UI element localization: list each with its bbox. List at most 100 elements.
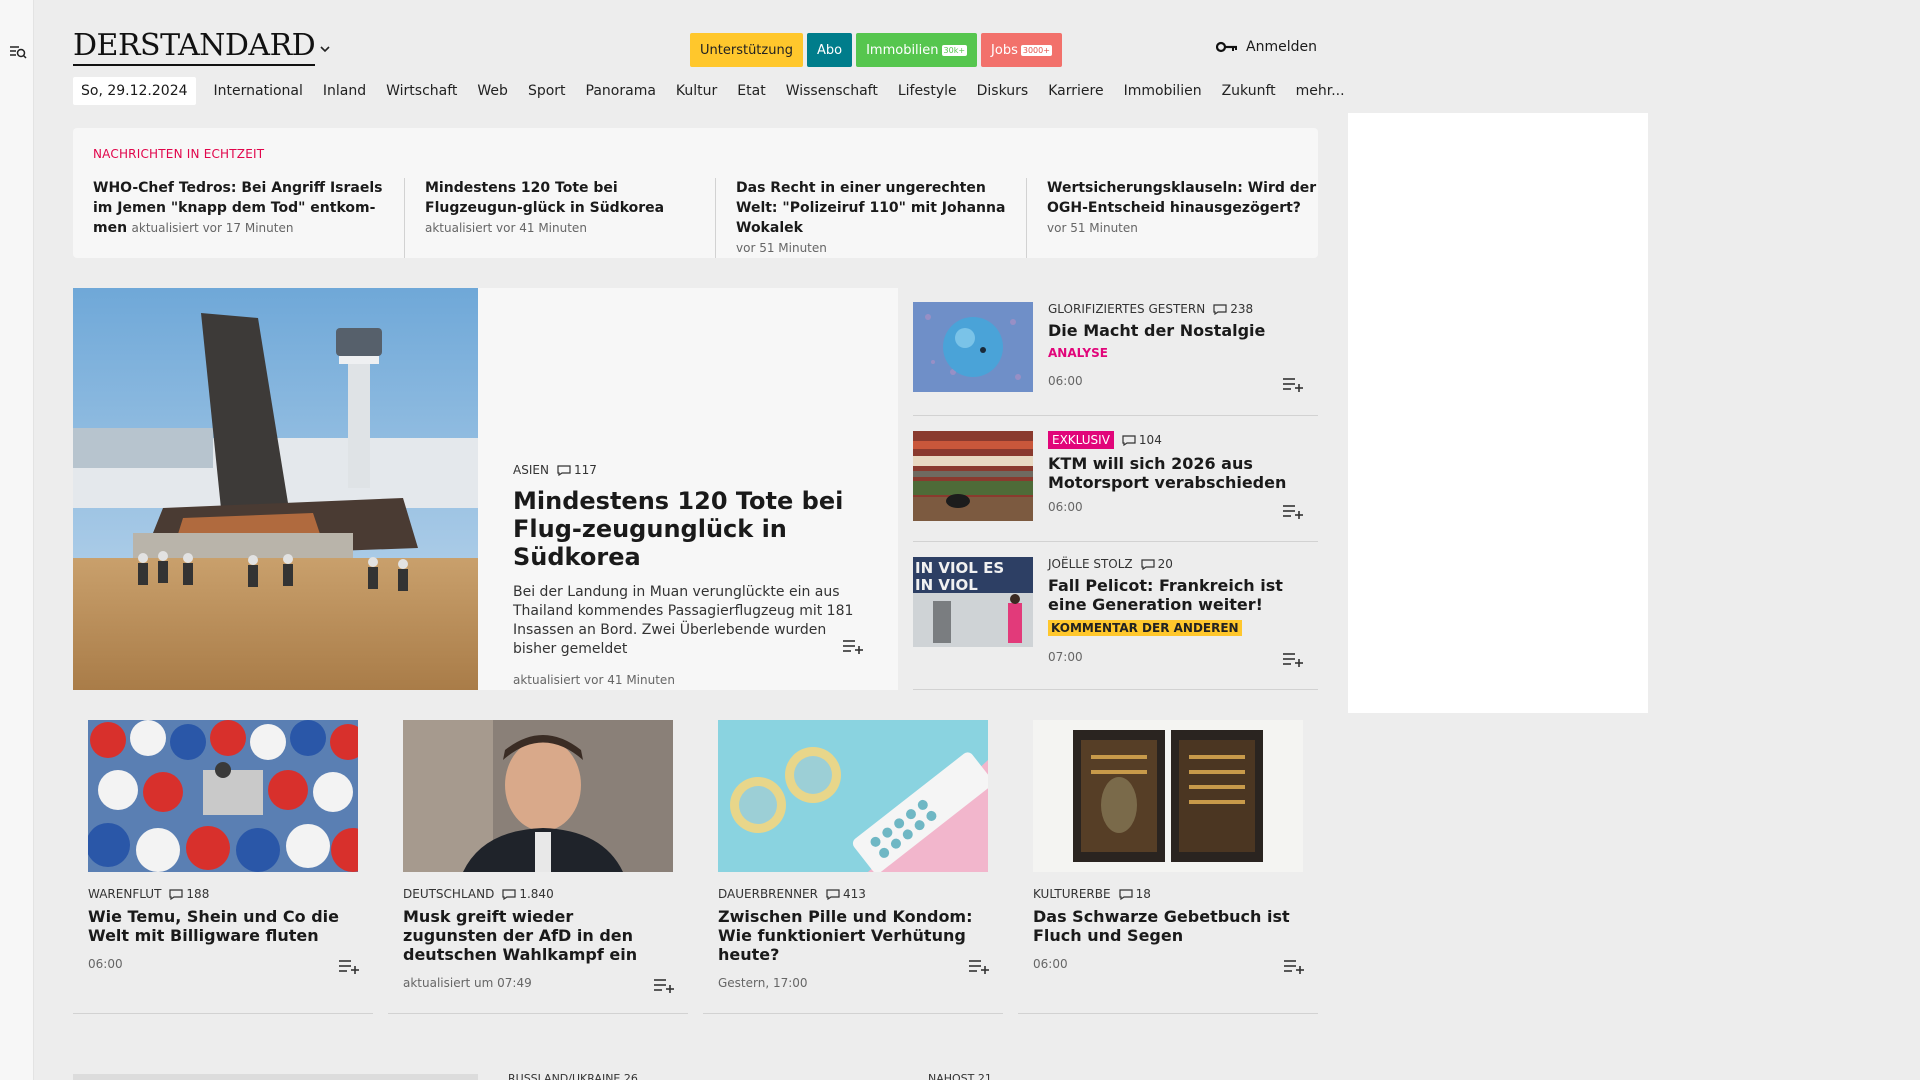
story-card-headline[interactable]: Musk greift wieder zugunsten der AfD in …: [403, 907, 673, 964]
story-card-image[interactable]: [718, 720, 988, 872]
top-story-kicker: ASIEN 117: [513, 463, 873, 477]
side-story-headline[interactable]: Die Macht der Nostalgie: [1048, 321, 1313, 340]
comment-count[interactable]: 104: [1122, 433, 1162, 447]
ticker-meta: aktualisiert vor 17 Minuten: [131, 221, 294, 235]
ticker-item[interactable]: Mindestens 120 Tote bei Flugzeugun-glück…: [404, 178, 715, 258]
comment-count-value: 413: [842, 887, 866, 901]
ticker-headline: Wertsicherungsklauseln: Wird der OGH-Ent…: [1047, 180, 1317, 216]
next-story-image: [73, 1074, 478, 1080]
ticker-headline: Mindestens 120 Tote bei Flugzeugun-glück…: [425, 180, 665, 216]
comment-icon: [1141, 558, 1155, 570]
nav-wissenschaft[interactable]: Wissenschaft: [776, 83, 888, 99]
immobilien-button[interactable]: Immobilien 30k+: [856, 33, 978, 67]
top-story-lead: Bei der Landung in Muan verunglückte ein…: [513, 584, 854, 657]
story-card[interactable]: DEUTSCHLAND 1.840 Musk greift wieder zug…: [388, 720, 688, 1014]
story-card-image[interactable]: [1033, 720, 1303, 872]
add-to-playlist-icon[interactable]: [968, 958, 990, 974]
side-story[interactable]: GLORIFIZIERTES GESTERN 238 Die Macht der…: [913, 302, 1318, 416]
story-card[interactable]: KULTURERBE 18 Das Schwarze Gebetbuch ist…: [1018, 720, 1318, 1014]
nav-web[interactable]: Web: [467, 83, 518, 99]
comment-count[interactable]: 413: [826, 887, 866, 901]
side-story-image[interactable]: [913, 431, 1033, 521]
comment-icon: [169, 888, 184, 900]
ticker-item[interactable]: Das Recht in einer ungerechten Welt: "Po…: [715, 178, 1026, 258]
side-story-time: 06:00: [1048, 374, 1083, 388]
nav-lifestyle[interactable]: Lifestyle: [888, 83, 967, 99]
comment-count-value: 188: [186, 887, 210, 901]
comment-count[interactable]: 117: [557, 463, 597, 477]
chevron-down-icon[interactable]: [319, 43, 331, 55]
next-story-section: RUSSLAND/UKRAINE: [508, 1072, 621, 1080]
nav-more[interactable]: mehr...: [1286, 83, 1355, 99]
svg-text:IN VIOL: IN VIOL: [915, 576, 978, 594]
add-to-playlist-icon[interactable]: [1282, 503, 1304, 519]
nav-international[interactable]: International: [204, 83, 313, 99]
side-story-image[interactable]: IN VIOL ES IN VIOL: [913, 557, 1033, 647]
side-story-headline[interactable]: KTM will sich 2026 aus Motorsport verabs…: [1048, 454, 1313, 492]
login-button[interactable]: Anmelden: [1216, 39, 1317, 55]
support-button[interactable]: Unterstützung: [690, 33, 803, 67]
comment-count[interactable]: 188: [169, 887, 209, 901]
ticker-item[interactable]: WHO-Chef Tedros: Bei Angriff Israels im …: [93, 178, 404, 258]
add-to-playlist-icon[interactable]: [1282, 376, 1304, 392]
abo-label: Abo: [816, 42, 843, 58]
add-to-playlist-icon[interactable]: [842, 638, 864, 654]
story-card-kicker: DEUTSCHLAND 1.840: [403, 887, 673, 901]
ticker-meta: aktualisiert vor 41 Minuten: [425, 221, 587, 235]
comment-count[interactable]: 1.840: [502, 887, 554, 901]
comment-icon: [1118, 888, 1133, 900]
current-date: So, 29.12.2024: [73, 77, 196, 105]
add-to-playlist-icon[interactable]: [653, 977, 675, 993]
side-story-section: GLORIFIZIERTES GESTERN: [1048, 302, 1206, 316]
add-to-playlist-icon[interactable]: [338, 958, 360, 974]
abo-button[interactable]: Abo: [806, 33, 853, 67]
comment-count[interactable]: 20: [1141, 557, 1173, 571]
commentary-tag: KOMMENTAR DER ANDEREN: [1048, 620, 1242, 636]
nav-etat[interactable]: Etat: [727, 83, 775, 99]
nav-karriere[interactable]: Karriere: [1038, 83, 1113, 99]
ticker-headline: Das Recht in einer ungerechten Welt: "Po…: [736, 180, 1006, 236]
nav-kultur[interactable]: Kultur: [666, 83, 727, 99]
comment-count[interactable]: 238: [1213, 302, 1253, 316]
story-card-kicker: WARENFLUT 188: [88, 887, 358, 901]
nav-zukunft[interactable]: Zukunft: [1212, 83, 1286, 99]
side-story-kicker: JOËLLE STOLZ 20: [1048, 557, 1313, 571]
nav-inland[interactable]: Inland: [313, 83, 376, 99]
top-story-headline[interactable]: Mindestens 120 Tote bei Flug-zeugunglück…: [513, 487, 873, 571]
nav-diskurs[interactable]: Diskurs: [967, 83, 1039, 99]
add-to-playlist-icon[interactable]: [1282, 651, 1304, 667]
jobs-button[interactable]: Jobs 3000+: [981, 33, 1062, 67]
nav-panorama[interactable]: Panorama: [576, 83, 666, 99]
story-card-kicker: DAUERBRENNER 413: [718, 887, 988, 901]
story-card-headline[interactable]: Zwischen Pille und Kondom: Wie funktioni…: [718, 907, 988, 964]
story-card-image[interactable]: [403, 720, 673, 872]
svg-text:IN VIOL ES: IN VIOL ES: [915, 559, 1004, 577]
story-card-section: WARENFLUT: [88, 887, 162, 901]
side-story[interactable]: EXKLUSIV 104 KTM will sich 2026 aus Moto…: [913, 431, 1318, 542]
comment-count[interactable]: 18: [1118, 887, 1151, 901]
side-story[interactable]: IN VIOL ES IN VIOL JOËLLE STOLZ 20 Fall P…: [913, 557, 1318, 690]
nav-sport[interactable]: Sport: [518, 83, 576, 99]
add-to-playlist-icon[interactable]: [1283, 958, 1305, 974]
comment-count-value: 26: [623, 1072, 638, 1080]
story-card-headline[interactable]: Wie Temu, Shein und Co die Welt mit Bill…: [88, 907, 358, 945]
site-logo[interactable]: DERSTANDARD: [73, 29, 316, 66]
comment-icon: [557, 464, 571, 476]
exclusive-badge: EXKLUSIV: [1048, 431, 1114, 449]
nav-wirtschaft[interactable]: Wirtschaft: [376, 83, 467, 99]
story-card-headline[interactable]: Das Schwarze Gebetbuch ist Fluch und Seg…: [1033, 907, 1303, 945]
next-story-section: NAHOST: [928, 1072, 975, 1080]
nav-immobilien[interactable]: Immobilien: [1114, 83, 1212, 99]
top-story-image[interactable]: [73, 288, 478, 690]
side-story-image[interactable]: [913, 302, 1033, 392]
key-icon: [1216, 41, 1237, 53]
side-story-headline[interactable]: Fall Pelicot: Frankreich ist eine Genera…: [1048, 576, 1313, 614]
side-story-time: 06:00: [1048, 500, 1083, 514]
story-card[interactable]: DAUERBRENNER 413 Zwischen Pille und Kond…: [703, 720, 1003, 1014]
top-story[interactable]: ASIEN 117 Mindestens 120 Tote bei Flug-z…: [73, 288, 898, 690]
menu-search-icon[interactable]: [9, 43, 27, 61]
ticker-item[interactable]: Wertsicherungsklauseln: Wird der OGH-Ent…: [1026, 178, 1337, 258]
story-card-section: DEUTSCHLAND: [403, 887, 495, 901]
story-card-image[interactable]: [88, 720, 358, 872]
story-card[interactable]: WARENFLUT 188 Wie Temu, Shein und Co die…: [73, 720, 373, 1014]
